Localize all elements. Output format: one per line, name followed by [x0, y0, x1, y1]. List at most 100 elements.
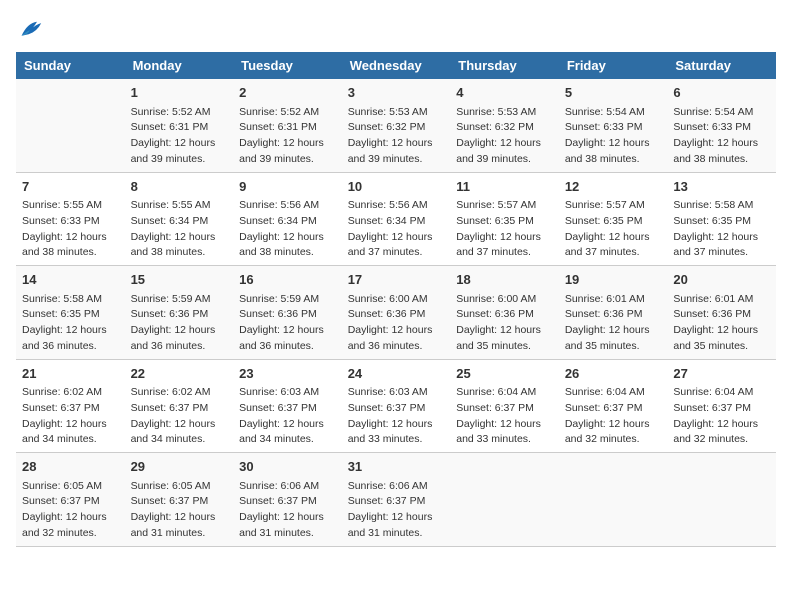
day-info: Sunrise: 5:52 AMSunset: 6:31 PMDaylight:…: [131, 105, 228, 168]
calendar-cell: [450, 453, 559, 547]
day-info: Sunrise: 5:58 AMSunset: 6:35 PMDaylight:…: [673, 198, 770, 261]
calendar-cell: 5Sunrise: 5:54 AMSunset: 6:33 PMDaylight…: [559, 79, 668, 172]
header-day-thursday: Thursday: [450, 52, 559, 79]
day-number: 27: [673, 364, 770, 384]
day-info: Sunrise: 6:06 AMSunset: 6:37 PMDaylight:…: [348, 479, 445, 542]
day-number: 28: [22, 457, 119, 477]
header-day-friday: Friday: [559, 52, 668, 79]
day-info: Sunrise: 5:59 AMSunset: 6:36 PMDaylight:…: [239, 292, 336, 355]
logo-icon: [16, 16, 44, 40]
header-day-monday: Monday: [125, 52, 234, 79]
day-info: Sunrise: 5:54 AMSunset: 6:33 PMDaylight:…: [673, 105, 770, 168]
calendar-cell: [667, 453, 776, 547]
calendar-cell: 2Sunrise: 5:52 AMSunset: 6:31 PMDaylight…: [233, 79, 342, 172]
calendar-header: SundayMondayTuesdayWednesdayThursdayFrid…: [16, 52, 776, 79]
day-info: Sunrise: 6:05 AMSunset: 6:37 PMDaylight:…: [131, 479, 228, 542]
day-number: 13: [673, 177, 770, 197]
week-row-4: 21Sunrise: 6:02 AMSunset: 6:37 PMDayligh…: [16, 359, 776, 453]
day-number: 9: [239, 177, 336, 197]
calendar-body: 1Sunrise: 5:52 AMSunset: 6:31 PMDaylight…: [16, 79, 776, 546]
day-number: 22: [131, 364, 228, 384]
calendar-cell: 26Sunrise: 6:04 AMSunset: 6:37 PMDayligh…: [559, 359, 668, 453]
day-info: Sunrise: 5:54 AMSunset: 6:33 PMDaylight:…: [565, 105, 662, 168]
calendar-cell: 6Sunrise: 5:54 AMSunset: 6:33 PMDaylight…: [667, 79, 776, 172]
day-number: 29: [131, 457, 228, 477]
calendar-cell: 15Sunrise: 5:59 AMSunset: 6:36 PMDayligh…: [125, 266, 234, 360]
calendar-table: SundayMondayTuesdayWednesdayThursdayFrid…: [16, 52, 776, 547]
day-number: 12: [565, 177, 662, 197]
calendar-cell: 9Sunrise: 5:56 AMSunset: 6:34 PMDaylight…: [233, 172, 342, 266]
calendar-cell: 23Sunrise: 6:03 AMSunset: 6:37 PMDayligh…: [233, 359, 342, 453]
calendar-cell: 21Sunrise: 6:02 AMSunset: 6:37 PMDayligh…: [16, 359, 125, 453]
day-number: 31: [348, 457, 445, 477]
calendar-cell: 14Sunrise: 5:58 AMSunset: 6:35 PMDayligh…: [16, 266, 125, 360]
day-number: 25: [456, 364, 553, 384]
day-number: 10: [348, 177, 445, 197]
day-info: Sunrise: 6:02 AMSunset: 6:37 PMDaylight:…: [22, 385, 119, 448]
day-number: 19: [565, 270, 662, 290]
header-day-saturday: Saturday: [667, 52, 776, 79]
day-number: 4: [456, 83, 553, 103]
day-number: 18: [456, 270, 553, 290]
week-row-1: 1Sunrise: 5:52 AMSunset: 6:31 PMDaylight…: [16, 79, 776, 172]
day-info: Sunrise: 5:56 AMSunset: 6:34 PMDaylight:…: [348, 198, 445, 261]
day-number: 6: [673, 83, 770, 103]
calendar-cell: 27Sunrise: 6:04 AMSunset: 6:37 PMDayligh…: [667, 359, 776, 453]
day-info: Sunrise: 5:57 AMSunset: 6:35 PMDaylight:…: [565, 198, 662, 261]
calendar-cell: 25Sunrise: 6:04 AMSunset: 6:37 PMDayligh…: [450, 359, 559, 453]
header-day-wednesday: Wednesday: [342, 52, 451, 79]
week-row-2: 7Sunrise: 5:55 AMSunset: 6:33 PMDaylight…: [16, 172, 776, 266]
day-number: 2: [239, 83, 336, 103]
logo: [16, 16, 48, 40]
day-number: 5: [565, 83, 662, 103]
day-number: 20: [673, 270, 770, 290]
day-info: Sunrise: 6:00 AMSunset: 6:36 PMDaylight:…: [456, 292, 553, 355]
calendar-cell: 13Sunrise: 5:58 AMSunset: 6:35 PMDayligh…: [667, 172, 776, 266]
calendar-cell: 8Sunrise: 5:55 AMSunset: 6:34 PMDaylight…: [125, 172, 234, 266]
day-info: Sunrise: 6:02 AMSunset: 6:37 PMDaylight:…: [131, 385, 228, 448]
week-row-5: 28 Sunrise: 6:05 AMSunset: 6:37 PMDayligh…: [16, 453, 776, 547]
day-info: Sunrise: 5:57 AMSunset: 6:35 PMDaylight:…: [456, 198, 553, 261]
day-info: Sunrise: 6:04 AMSunset: 6:37 PMDaylight:…: [456, 385, 553, 448]
day-number: 14: [22, 270, 119, 290]
calendar-cell: 4Sunrise: 5:53 AMSunset: 6:32 PMDaylight…: [450, 79, 559, 172]
calendar-cell: [559, 453, 668, 547]
calendar-cell: 16Sunrise: 5:59 AMSunset: 6:36 PMDayligh…: [233, 266, 342, 360]
day-number: 16: [239, 270, 336, 290]
calendar-cell: 7Sunrise: 5:55 AMSunset: 6:33 PMDaylight…: [16, 172, 125, 266]
header-day-tuesday: Tuesday: [233, 52, 342, 79]
day-info: Sunrise: 5:55 AMSunset: 6:34 PMDaylight:…: [131, 198, 228, 261]
day-number: 8: [131, 177, 228, 197]
calendar-cell: 22Sunrise: 6:02 AMSunset: 6:37 PMDayligh…: [125, 359, 234, 453]
day-info: Sunrise: 6:04 AMSunset: 6:37 PMDaylight:…: [673, 385, 770, 448]
page-header: [16, 16, 776, 40]
day-number: 17: [348, 270, 445, 290]
day-info: Sunrise: 5:55 AMSunset: 6:33 PMDaylight:…: [22, 198, 119, 261]
day-info: Sunrise: 6:03 AMSunset: 6:37 PMDaylight:…: [239, 385, 336, 448]
calendar-cell: 1Sunrise: 5:52 AMSunset: 6:31 PMDaylight…: [125, 79, 234, 172]
calendar-cell: 12Sunrise: 5:57 AMSunset: 6:35 PMDayligh…: [559, 172, 668, 266]
week-row-3: 14Sunrise: 5:58 AMSunset: 6:35 PMDayligh…: [16, 266, 776, 360]
day-info: Sunrise: 5:56 AMSunset: 6:34 PMDaylight:…: [239, 198, 336, 261]
day-number: 1: [131, 83, 228, 103]
calendar-cell: 31Sunrise: 6:06 AMSunset: 6:37 PMDayligh…: [342, 453, 451, 547]
day-info: Sunrise: 5:59 AMSunset: 6:36 PMDaylight:…: [131, 292, 228, 355]
calendar-cell: 29Sunrise: 6:05 AMSunset: 6:37 PMDayligh…: [125, 453, 234, 547]
calendar-cell: 11Sunrise: 5:57 AMSunset: 6:35 PMDayligh…: [450, 172, 559, 266]
calendar-cell: 30Sunrise: 6:06 AMSunset: 6:37 PMDayligh…: [233, 453, 342, 547]
header-day-sunday: Sunday: [16, 52, 125, 79]
calendar-cell: 10Sunrise: 5:56 AMSunset: 6:34 PMDayligh…: [342, 172, 451, 266]
day-number: 30: [239, 457, 336, 477]
calendar-cell: 18Sunrise: 6:00 AMSunset: 6:36 PMDayligh…: [450, 266, 559, 360]
day-number: 23: [239, 364, 336, 384]
day-info: Sunrise: 5:53 AMSunset: 6:32 PMDaylight:…: [348, 105, 445, 168]
day-info: Sunrise: 6:01 AMSunset: 6:36 PMDaylight:…: [565, 292, 662, 355]
calendar-cell: 20Sunrise: 6:01 AMSunset: 6:36 PMDayligh…: [667, 266, 776, 360]
day-number: 15: [131, 270, 228, 290]
calendar-cell: 17Sunrise: 6:00 AMSunset: 6:36 PMDayligh…: [342, 266, 451, 360]
calendar-cell: 19Sunrise: 6:01 AMSunset: 6:36 PMDayligh…: [559, 266, 668, 360]
day-number: 24: [348, 364, 445, 384]
day-number: 3: [348, 83, 445, 103]
day-info: Sunrise: 6:04 AMSunset: 6:37 PMDaylight:…: [565, 385, 662, 448]
day-info: Sunrise: 6:03 AMSunset: 6:37 PMDaylight:…: [348, 385, 445, 448]
